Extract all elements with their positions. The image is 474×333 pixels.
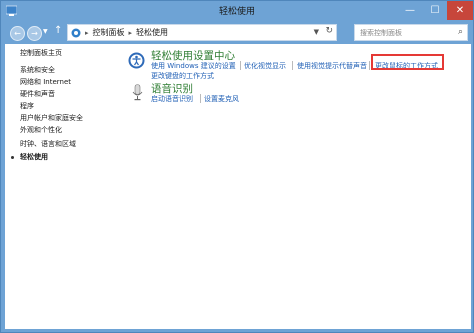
- window: 轻松使用 — ☐ ✕ ← → ▼ ↑ ▸ 控制面板 ▸ 轻松使用 ▼ ↻ 搜索控…: [0, 0, 474, 333]
- sidebar-item-ease-of-access: 轻松使用: [20, 153, 48, 161]
- minimize-button[interactable]: —: [397, 1, 423, 20]
- breadcrumb-item[interactable]: 轻松使用: [136, 27, 168, 38]
- recent-locations-button[interactable]: ▼: [43, 28, 48, 35]
- breadcrumb-separator-icon: ▸: [85, 28, 89, 37]
- search-placeholder: 搜索控制面板: [360, 28, 402, 37]
- sidebar-item-hardware-sound[interactable]: 硬件和声音: [20, 89, 55, 99]
- address-bar: ← → ▼ ↑ ▸ 控制面板 ▸ 轻松使用 ▼ ↻ 搜索控制面板 ⌕: [5, 22, 471, 44]
- refresh-icon[interactable]: ↻: [325, 26, 333, 36]
- link-windows-recommended[interactable]: 使用 Windows 建议的设置: [151, 61, 236, 71]
- sidebar: 控制面板主页 系统和安全 网络和 Internet 硬件和声音 程序 用户帐户和…: [5, 44, 105, 329]
- title-bar[interactable]: 轻松使用 — ☐ ✕: [1, 1, 473, 22]
- search-input[interactable]: 搜索控制面板 ⌕: [354, 24, 468, 41]
- link-visual-cues[interactable]: 使用视觉提示代替声音: [297, 61, 367, 71]
- forward-arrow-icon: →: [31, 29, 38, 38]
- ease-of-access-icon: [128, 52, 145, 69]
- link-optimize-display[interactable]: 优化视觉显示: [244, 61, 286, 71]
- link-separator: [240, 61, 241, 70]
- control-panel-icon: [71, 28, 81, 37]
- forward-button[interactable]: →: [27, 26, 42, 41]
- microphone-icon: [132, 84, 143, 101]
- link-keyboard-settings[interactable]: 更改键盘的工作方式: [151, 71, 214, 81]
- back-button[interactable]: ←: [10, 26, 25, 41]
- maximize-icon: ☐: [430, 5, 440, 16]
- link-separator: [369, 61, 370, 70]
- link-separator: [200, 94, 201, 103]
- sidebar-item-network[interactable]: 网络和 Internet: [20, 77, 71, 87]
- up-arrow-icon: ↑: [54, 25, 63, 36]
- sidebar-item-appearance[interactable]: 外观和个性化: [20, 125, 62, 135]
- current-item-bullet-icon: [11, 156, 14, 159]
- sidebar-item-user-accounts[interactable]: 用户帐户和家庭安全: [20, 113, 83, 123]
- highlight-box: [371, 54, 444, 70]
- close-button[interactable]: ✕: [447, 1, 473, 20]
- back-arrow-icon: ←: [14, 29, 21, 38]
- link-separator: [292, 61, 293, 70]
- sidebar-item-home[interactable]: 控制面板主页: [20, 48, 62, 58]
- close-icon: ✕: [455, 5, 465, 16]
- sidebar-item-system-security[interactable]: 系统和安全: [20, 65, 55, 75]
- sidebar-item-programs[interactable]: 程序: [20, 101, 34, 111]
- search-icon[interactable]: ⌕: [458, 27, 463, 37]
- link-setup-microphone[interactable]: 设置麦克风: [204, 94, 239, 104]
- chevron-down-icon: ▼: [43, 28, 48, 35]
- chevron-down-icon[interactable]: ▼: [314, 28, 319, 36]
- minimize-icon: —: [405, 5, 415, 16]
- up-button[interactable]: ↑: [54, 25, 62, 36]
- content-area: 控制面板主页 系统和安全 网络和 Internet 硬件和声音 程序 用户帐户和…: [5, 44, 471, 329]
- sidebar-item-clock-region[interactable]: 时钟、语言和区域: [20, 139, 76, 149]
- breadcrumb-separator-icon: ▸: [128, 28, 133, 37]
- link-start-speech-recognition[interactable]: 启动语音识别: [151, 94, 193, 104]
- maximize-button[interactable]: ☐: [423, 1, 447, 20]
- breadcrumb[interactable]: ▸ 控制面板 ▸ 轻松使用 ▼ ↻: [67, 24, 337, 41]
- breadcrumb-item[interactable]: 控制面板: [93, 27, 125, 38]
